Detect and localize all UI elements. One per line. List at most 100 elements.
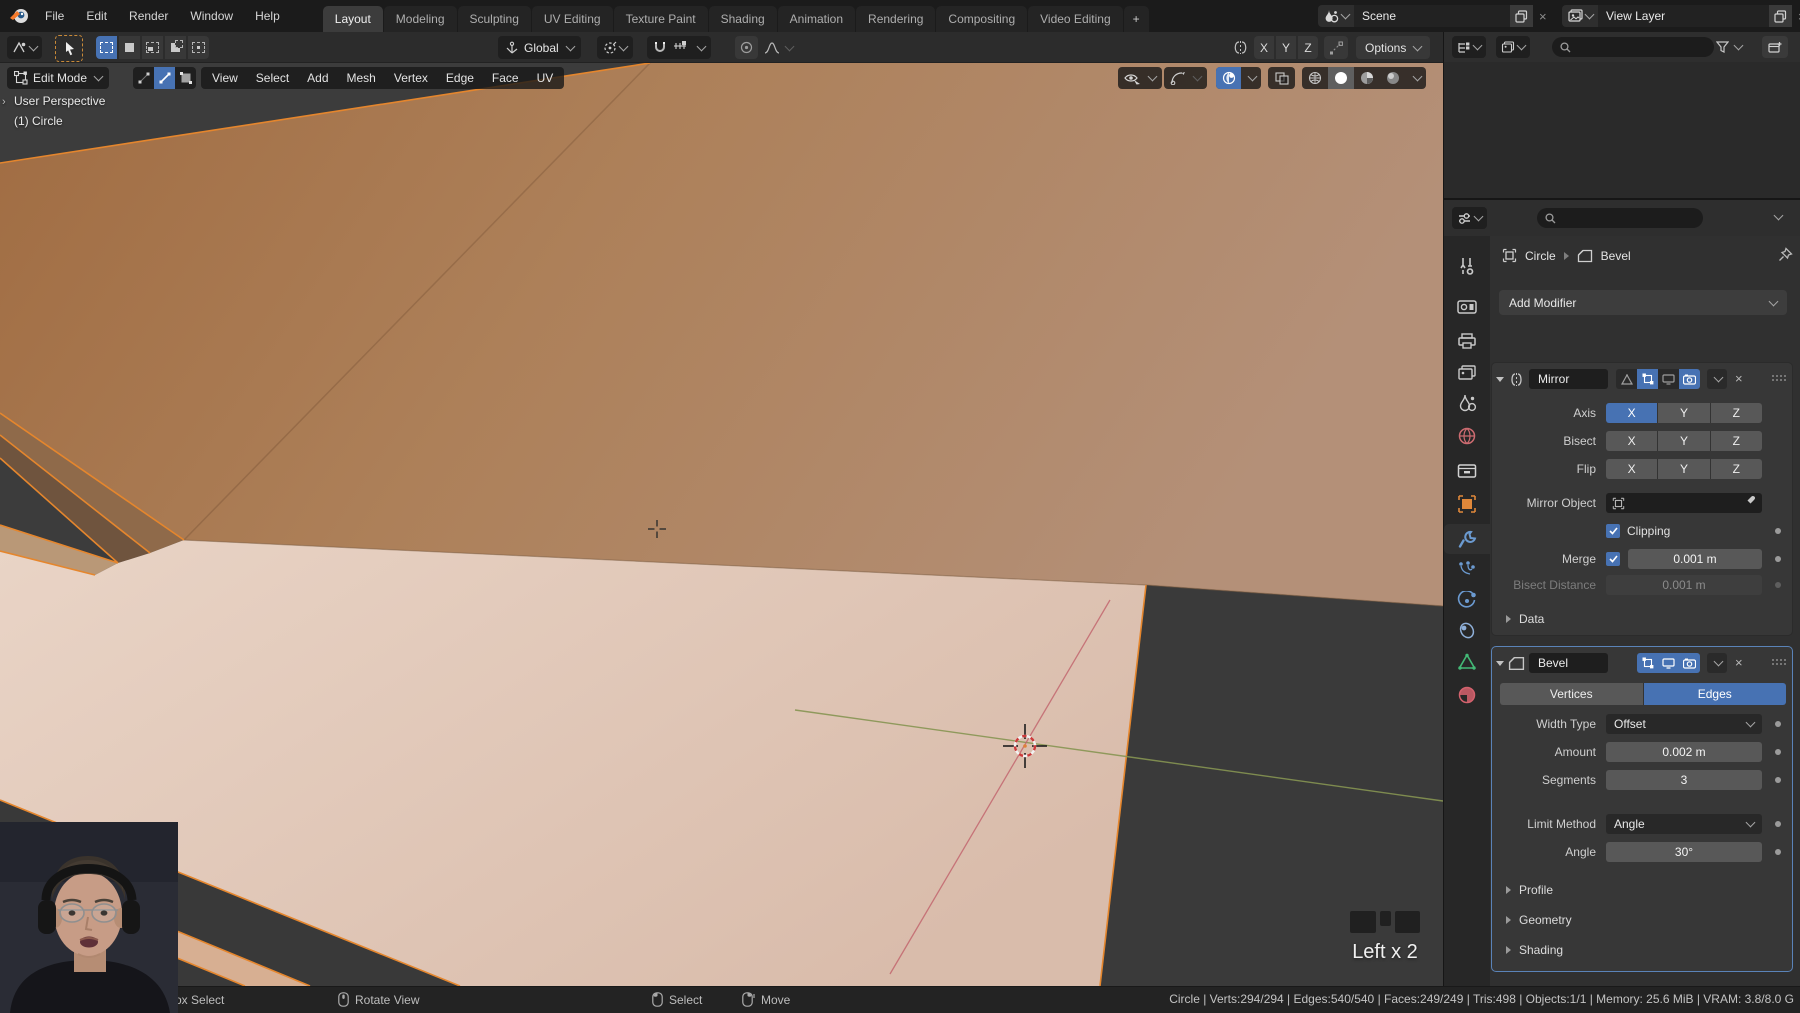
tab-constraints[interactable] — [1457, 621, 1477, 643]
proportional-edit-toggle[interactable] — [735, 36, 758, 59]
tab-object-data[interactable] — [1457, 653, 1477, 674]
face-select-button[interactable] — [175, 67, 196, 89]
shading-rendered-button[interactable] — [1380, 67, 1406, 89]
amount-animate-dot[interactable] — [1775, 749, 1781, 755]
merge-animate-dot[interactable] — [1775, 556, 1781, 562]
tab-output[interactable] — [1457, 332, 1477, 353]
menu-edit[interactable]: Edit — [75, 3, 118, 29]
tab-video-editing[interactable]: Video Editing — [1028, 6, 1123, 32]
properties-search[interactable] — [1537, 208, 1703, 228]
shading-section-expand-icon[interactable] — [1506, 946, 1511, 954]
snap-path-icon[interactable] — [1324, 36, 1348, 59]
bevel-delete-button[interactable]: × — [1735, 653, 1743, 673]
add-modifier-button[interactable]: Add Modifier — [1499, 290, 1787, 315]
mirror-show-in-render-toggle[interactable] — [1679, 369, 1700, 389]
properties-options-chevron[interactable] — [1773, 210, 1784, 221]
shading-solid-button[interactable] — [1328, 67, 1354, 89]
profile-section-expand-icon[interactable] — [1506, 886, 1511, 894]
menu-uv[interactable]: UV — [528, 71, 563, 85]
bevel-extras-dropdown[interactable] — [1707, 653, 1727, 673]
outliner-editor-type-button[interactable] — [1452, 36, 1486, 58]
shading-dropdown[interactable] — [1406, 67, 1426, 89]
shading-wireframe-button[interactable] — [1302, 67, 1328, 89]
mirror-show-in-viewport-toggle[interactable] — [1658, 369, 1679, 389]
select-mode-intersect-button[interactable] — [188, 36, 209, 59]
tab-object[interactable] — [1457, 494, 1477, 517]
bisect-distance-animate-dot[interactable] — [1775, 582, 1781, 588]
mirror-axis-y[interactable]: Y — [1658, 403, 1710, 423]
tab-scene[interactable] — [1457, 394, 1477, 416]
bisect-distance-field[interactable]: 0.001 m — [1606, 575, 1762, 595]
menu-vertex[interactable]: Vertex — [385, 71, 437, 85]
symmetry-z-button[interactable]: Z — [1298, 36, 1318, 59]
shading-section-label[interactable]: Shading — [1519, 943, 1563, 957]
mirror-delete-button[interactable]: × — [1735, 369, 1743, 389]
outliner-filter-button[interactable] — [1712, 36, 1746, 58]
profile-section-label[interactable]: Profile — [1519, 883, 1553, 897]
clipping-animate-dot[interactable] — [1775, 528, 1781, 534]
breadcrumb-modifier[interactable]: Bevel — [1601, 249, 1631, 263]
bevel-edges-button[interactable]: Edges — [1643, 683, 1786, 705]
editor-type-button[interactable] — [7, 36, 42, 59]
view-layer-icon[interactable] — [1562, 5, 1598, 27]
menu-mesh[interactable]: Mesh — [338, 71, 385, 85]
symmetry-y-button[interactable]: Y — [1276, 36, 1296, 59]
mirror-flip-z[interactable]: Z — [1710, 459, 1762, 479]
tab-view-layer[interactable] — [1457, 364, 1477, 385]
mesh-symmetry-icon[interactable] — [1232, 40, 1249, 58]
limit-method-dropdown[interactable]: Angle — [1606, 814, 1762, 834]
menu-help[interactable]: Help — [244, 3, 291, 29]
bevel-panel-header[interactable]: Bevel × — [1496, 652, 1790, 674]
menu-render[interactable]: Render — [118, 3, 179, 29]
tab-layout[interactable]: Layout — [322, 6, 383, 32]
edge-select-button[interactable] — [154, 67, 175, 89]
blender-logo-icon[interactable] — [9, 6, 30, 28]
options-dropdown[interactable]: Options — [1356, 36, 1431, 59]
tab-material[interactable] — [1457, 685, 1477, 708]
mirror-name-field[interactable]: Mirror — [1529, 369, 1608, 389]
bevel-show-in-render-toggle[interactable] — [1679, 653, 1700, 673]
symmetry-x-button[interactable]: X — [1254, 36, 1274, 59]
mirror-collapse-icon[interactable] — [1496, 376, 1504, 382]
merge-checkbox[interactable] — [1606, 552, 1620, 566]
bevel-drag-handle[interactable] — [1772, 659, 1788, 667]
shading-material-button[interactable] — [1354, 67, 1380, 89]
mirror-panel-header[interactable]: Mirror × — [1496, 368, 1790, 390]
bevel-show-in-editmode-toggle[interactable] — [1637, 653, 1658, 673]
scene-copy-icon[interactable] — [1510, 5, 1533, 27]
view-layer-copy-icon[interactable] — [1769, 5, 1792, 27]
select-mode-extend-button[interactable] — [119, 36, 140, 59]
properties-search-input[interactable] — [1562, 210, 1666, 226]
viewport-3d[interactable]: Edit Mode View Select Add Mesh Vertex Ed… — [0, 63, 1443, 986]
menu-edge[interactable]: Edge — [437, 71, 483, 85]
geometry-section-label[interactable]: Geometry — [1519, 913, 1572, 927]
limit-method-animate-dot[interactable] — [1775, 821, 1781, 827]
bevel-collapse-icon[interactable] — [1496, 660, 1504, 666]
toolbar-expand-arrow[interactable]: › — [2, 96, 6, 108]
scene-name-field[interactable]: Scene — [1354, 5, 1510, 27]
scene-unlink-icon[interactable]: × — [1533, 5, 1553, 27]
tab-modeling[interactable]: Modeling — [383, 6, 457, 32]
mirror-flip-x[interactable]: X — [1606, 459, 1658, 479]
tab-rendering[interactable]: Rendering — [856, 6, 936, 32]
clipping-checkbox[interactable] — [1606, 524, 1620, 538]
segments-animate-dot[interactable] — [1775, 777, 1781, 783]
mirror-extras-dropdown[interactable] — [1707, 369, 1727, 389]
pivot-point-dropdown[interactable] — [597, 36, 633, 59]
mode-dropdown[interactable]: Edit Mode — [7, 67, 110, 89]
menu-view[interactable]: View — [203, 71, 247, 85]
angle-animate-dot[interactable] — [1775, 849, 1781, 855]
outliner-display-mode-button[interactable] — [1496, 36, 1530, 58]
mirror-axis-z[interactable]: Z — [1710, 403, 1762, 423]
select-mode-new-button[interactable] — [96, 36, 117, 59]
mirror-drag-handle[interactable] — [1772, 375, 1788, 383]
select-mode-subtract-button[interactable] — [142, 36, 163, 59]
mirror-bisect-y[interactable]: Y — [1658, 431, 1710, 451]
bevel-vertices-button[interactable]: Vertices — [1500, 683, 1643, 705]
mirror-bisect-x[interactable]: X — [1606, 431, 1658, 451]
tab-sculpting[interactable]: Sculpting — [457, 6, 531, 32]
properties-editor-type-button[interactable] — [1452, 207, 1487, 229]
snap-toggle-icon[interactable] — [653, 39, 667, 56]
active-tool-button[interactable] — [55, 35, 83, 62]
tab-shading[interactable]: Shading — [708, 6, 777, 32]
